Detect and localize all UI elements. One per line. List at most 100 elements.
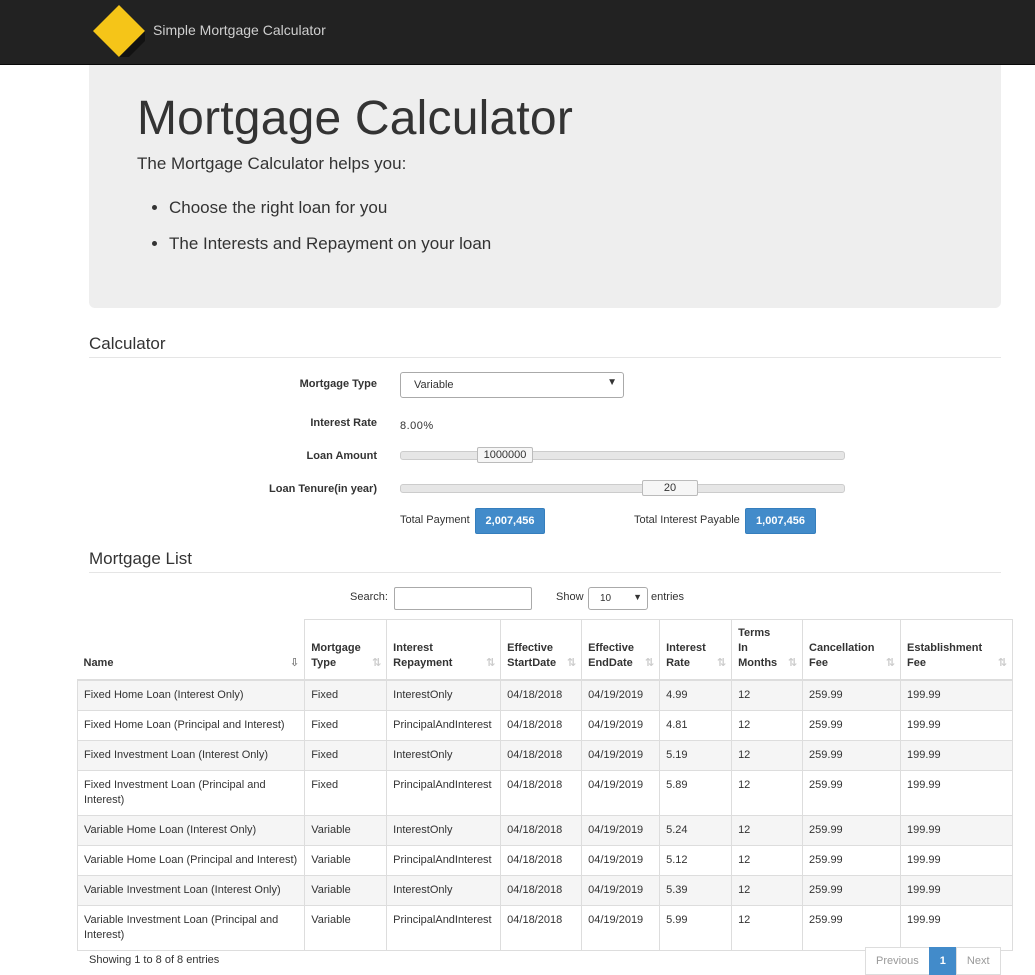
loan-amount-handle[interactable]: 1000000 <box>477 447 533 463</box>
page-1-button[interactable]: 1 <box>928 947 957 975</box>
feature-list: Choose the right loan for you The Intere… <box>137 198 491 270</box>
column-header-label: Fee <box>809 657 828 669</box>
total-payment-badge: 2,007,456 <box>475 508 545 534</box>
calculator-heading: Calculator <box>89 334 1001 358</box>
table-cell: 04/18/2018 <box>500 875 583 906</box>
table-cell: 04/19/2019 <box>581 905 661 951</box>
next-page-button[interactable]: Next <box>955 947 1001 975</box>
column-header-label: Type <box>311 657 337 669</box>
table-body: Fixed Home Loan (Interest Only) Fixed Inte… <box>76 680 1013 951</box>
column-header[interactable]: Effective StartDate ⇅ <box>500 619 583 681</box>
sort-icon: ⇅ <box>716 657 727 669</box>
column-header-label: Fee <box>907 657 926 669</box>
table-cell: 199.99 <box>900 680 1013 711</box>
table-cell: 199.99 <box>900 845 1013 876</box>
table-cell: Fixed <box>304 740 388 771</box>
table-cell: Fixed Investment Loan (Interest Only) <box>76 740 306 771</box>
show-label: Show <box>556 591 584 603</box>
previous-page-button[interactable]: Previous <box>865 947 930 975</box>
total-payment-label: Total Payment <box>400 514 470 526</box>
loan-tenure-label: Loan Tenure(in year) <box>269 483 377 495</box>
interest-rate-value: 8.00% <box>400 420 434 432</box>
column-header[interactable]: Effective EndDate ⇅ <box>581 619 661 681</box>
column-header[interactable]: Name ⇩ <box>77 619 306 681</box>
jumbotron: Mortgage Calculator The Mortgage Calcula… <box>89 65 1001 308</box>
table-cell: 199.99 <box>900 710 1013 741</box>
table-cell: Fixed Home Loan (Interest Only) <box>76 680 306 711</box>
search-label: Search: <box>350 591 388 603</box>
table-cell: 12 <box>731 875 804 906</box>
column-header-label: Effective <box>507 642 554 654</box>
table-row: Variable Investment Loan (Principal and … <box>76 905 1013 951</box>
table-cell: Fixed <box>304 710 388 741</box>
table-row: Variable Investment Loan (Interest Only)… <box>76 875 1013 906</box>
entries-length-select[interactable]: 10 ▼ <box>588 587 648 610</box>
column-header-label: EndDate <box>588 657 633 669</box>
feature-item: The Interests and Repayment on your loan <box>169 234 491 254</box>
table-cell: 259.99 <box>802 680 901 711</box>
table-cell: 259.99 <box>802 740 901 771</box>
loan-tenure-handle[interactable]: 20 <box>642 480 698 496</box>
table-cell: 12 <box>731 710 804 741</box>
lead-text: The Mortgage Calculator helps you: <box>137 154 407 173</box>
column-header[interactable]: Establishment Fee ⇅ <box>900 619 1013 681</box>
column-header-label: Mortgage <box>311 642 361 654</box>
column-header-label: Establishment <box>907 642 983 654</box>
table-cell: 199.99 <box>900 770 1013 816</box>
brand-link[interactable]: Simple Mortgage Calculator <box>153 22 326 38</box>
table-cell: Variable Home Loan (Principal and Intere… <box>76 845 306 876</box>
column-header-label: Months <box>738 657 778 669</box>
column-header-label: Terms <box>738 627 771 639</box>
column-header-label: Cancellation <box>809 642 875 654</box>
table-info: Showing 1 to 8 of 8 entries <box>89 954 220 966</box>
chevron-down-icon: ▼ <box>607 377 617 388</box>
table-cell: 04/19/2019 <box>581 710 661 741</box>
table-cell: 04/19/2019 <box>581 815 661 846</box>
column-header[interactable]: Interest Repayment ⇅ <box>386 619 502 681</box>
table-cell: PrincipalAndInterest <box>386 845 502 876</box>
mortgage-type-select[interactable]: Variable ▼ <box>400 372 624 398</box>
table-row: Fixed Investment Loan (Principal and Int… <box>76 770 1013 816</box>
table-row: Variable Home Loan (Principal and Intere… <box>76 845 1013 876</box>
column-header-label: Interest <box>666 642 706 654</box>
column-header-label: In <box>738 642 748 654</box>
column-header[interactable]: Cancellation Fee ⇅ <box>802 619 901 681</box>
table-cell: 259.99 <box>802 905 901 951</box>
loan-tenure-slider[interactable]: 20 <box>400 480 845 496</box>
mortgage-type-value: Variable <box>414 379 454 391</box>
table-cell: Fixed Investment Loan (Principal and Int… <box>76 770 306 816</box>
search-input[interactable] <box>394 587 532 610</box>
table-cell: Variable Investment Loan (Principal and … <box>76 905 306 951</box>
column-header[interactable]: Interest Rate ⇅ <box>659 619 733 681</box>
table-cell: Variable <box>304 815 388 846</box>
table-cell: Fixed <box>304 680 388 711</box>
table-cell: InterestOnly <box>386 740 502 771</box>
table-cell: PrincipalAndInterest <box>386 710 502 741</box>
column-header[interactable]: Mortgage Type ⇅ <box>304 619 388 681</box>
table-cell: Variable Investment Loan (Interest Only) <box>76 875 306 906</box>
feature-item: Choose the right loan for you <box>169 198 491 218</box>
total-interest-badge: 1,007,456 <box>745 508 816 534</box>
table-cell: Variable <box>304 875 388 906</box>
mortgage-list-heading: Mortgage List <box>89 549 1001 573</box>
table-cell: 04/18/2018 <box>500 845 583 876</box>
table-cell: 12 <box>731 845 804 876</box>
column-header-label: Rate <box>666 657 690 669</box>
table-row: Variable Home Loan (Interest Only) Variab… <box>76 815 1013 846</box>
table-row: Fixed Home Loan (Principal and Interest)… <box>76 710 1013 741</box>
table-cell: Fixed <box>304 770 388 816</box>
table-cell: InterestOnly <box>386 815 502 846</box>
table-cell: 199.99 <box>900 815 1013 846</box>
table-cell: InterestOnly <box>386 680 502 711</box>
table-cell: 04/19/2019 <box>581 770 661 816</box>
table-cell: 04/18/2018 <box>500 770 583 816</box>
table-cell: 199.99 <box>900 740 1013 771</box>
table-cell: 12 <box>731 740 804 771</box>
mortgage-table: Name ⇩ Mortgage Type ⇅ Interest Repayment ⇅ Effe… <box>76 619 1013 951</box>
diamond-logo-icon[interactable] <box>93 5 145 57</box>
table-cell: 04/19/2019 <box>581 740 661 771</box>
table-cell: PrincipalAndInterest <box>386 770 502 816</box>
column-header[interactable]: Terms In Months ⇅ <box>731 619 804 681</box>
table-cell: 04/18/2018 <box>500 905 583 951</box>
loan-amount-slider[interactable]: 1000000 <box>400 447 845 463</box>
